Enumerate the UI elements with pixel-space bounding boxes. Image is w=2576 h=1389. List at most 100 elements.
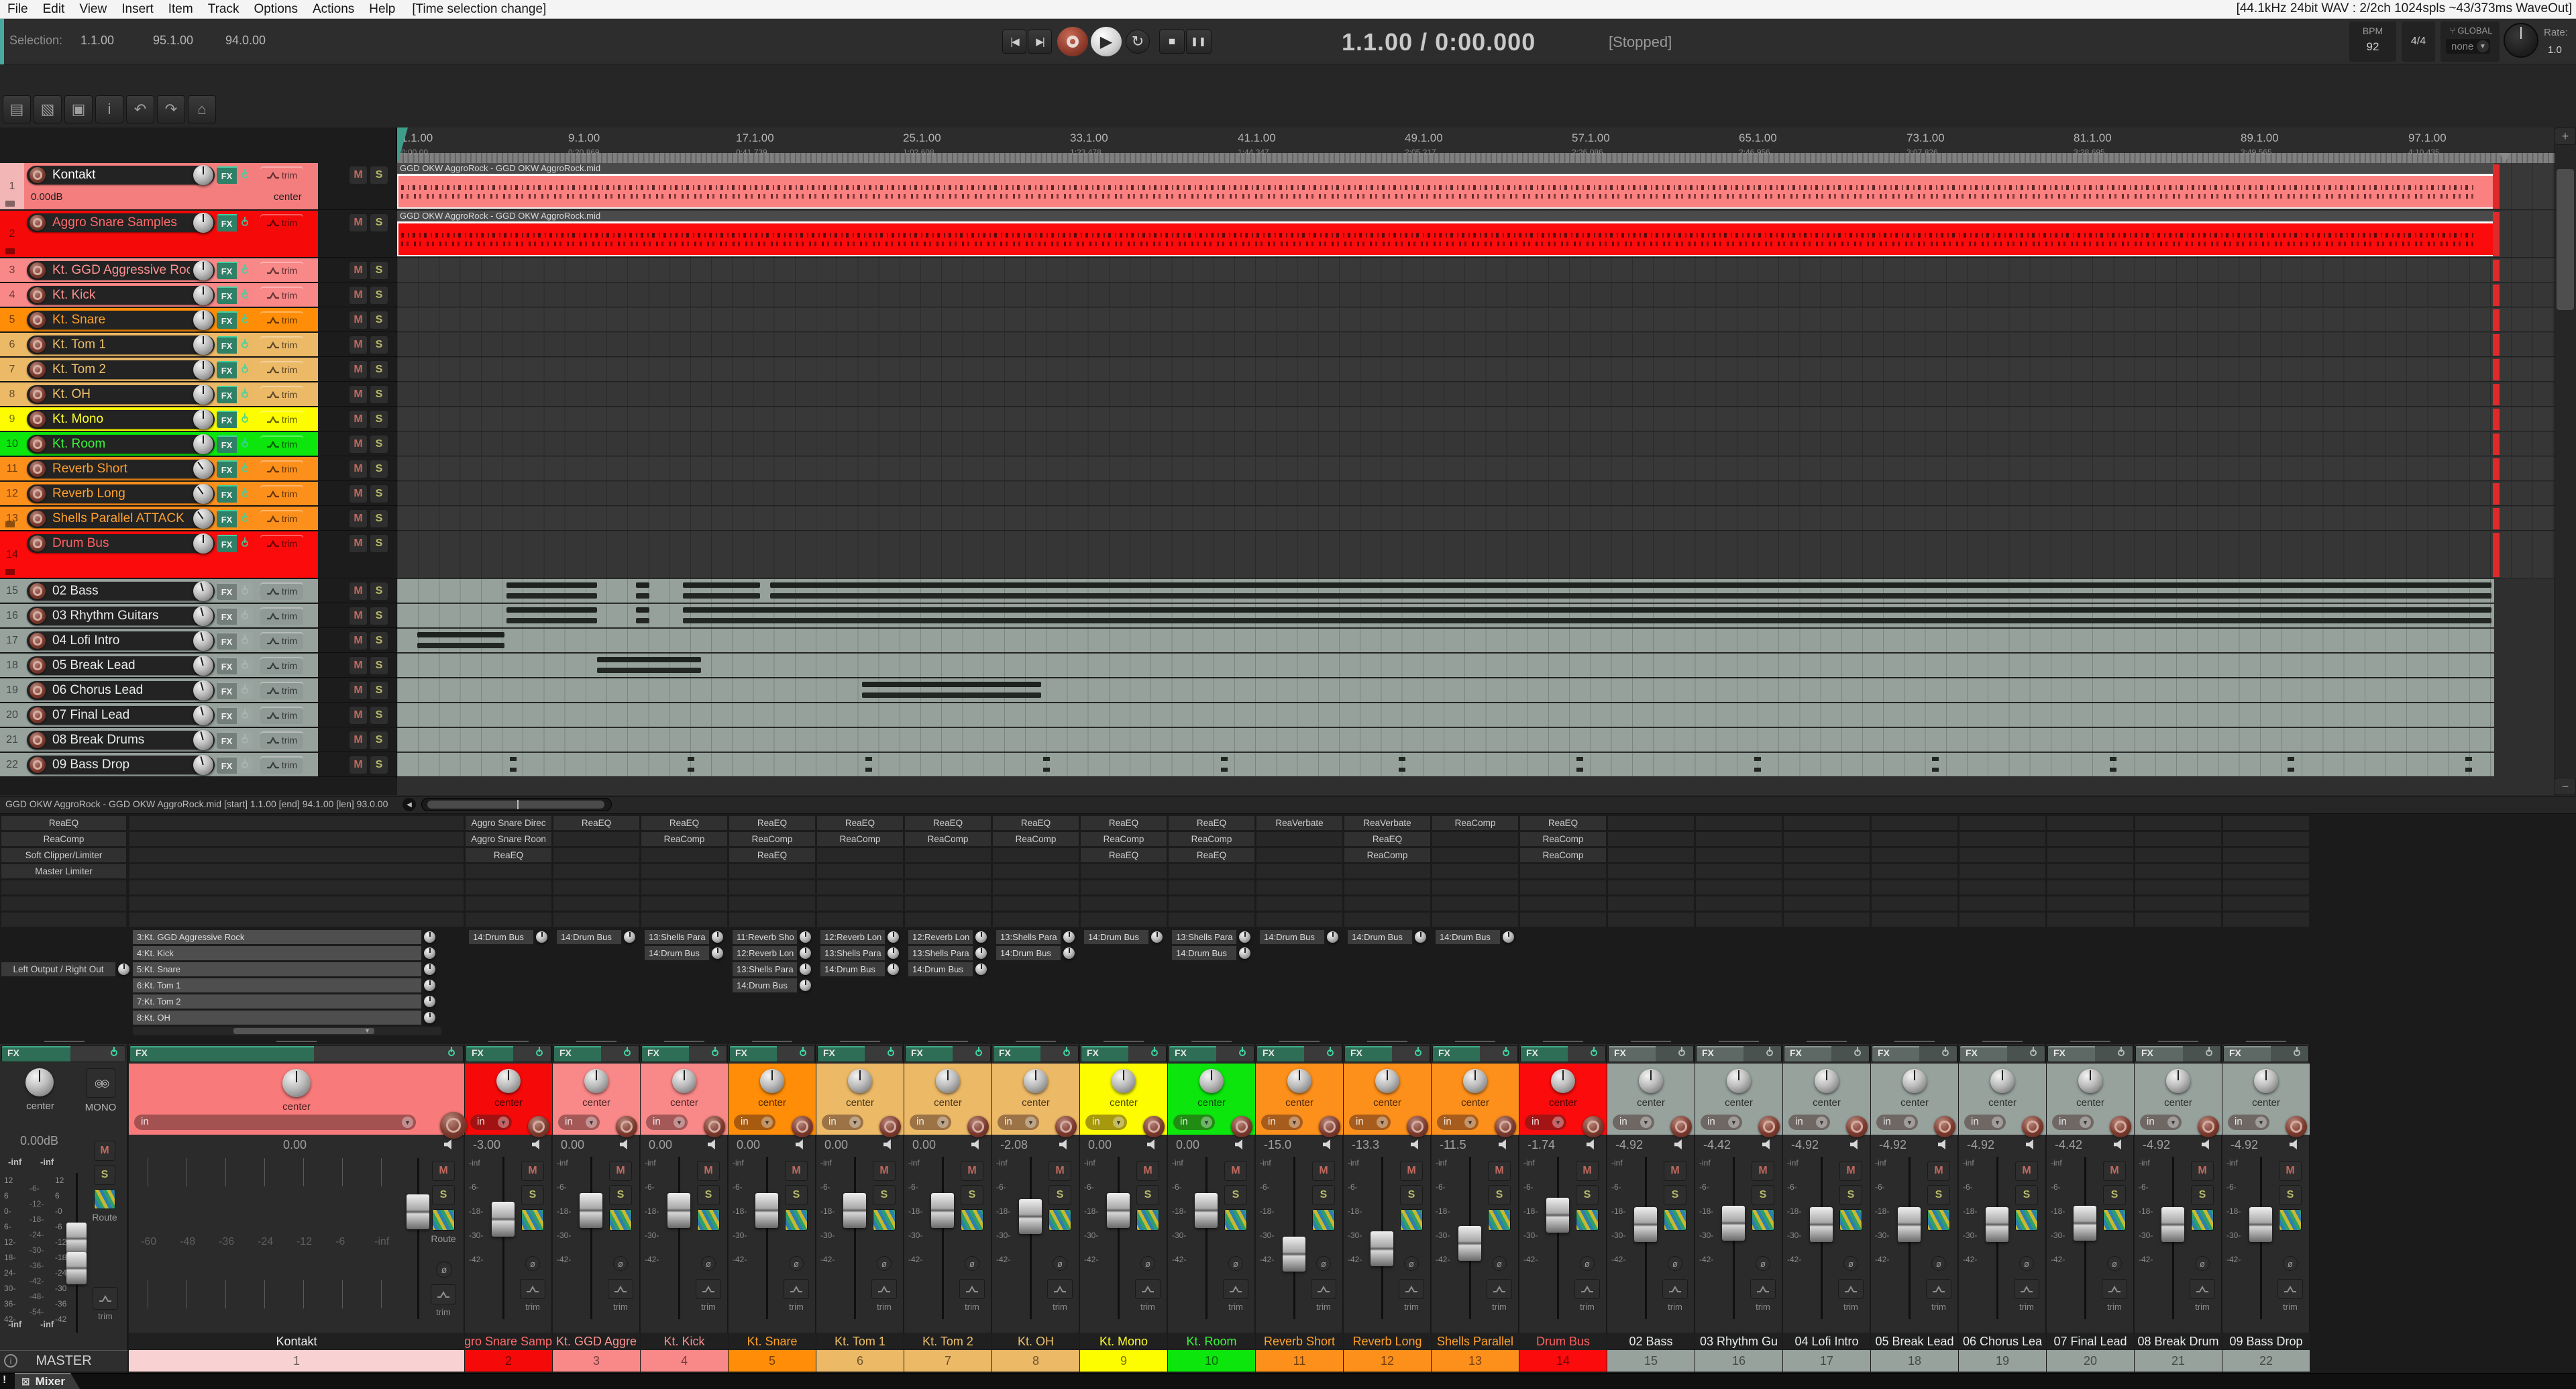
strip-pan-knob[interactable] [1463, 1069, 1487, 1093]
strip-route-button[interactable] [1488, 1209, 1511, 1231]
fx-chip[interactable]: FX [217, 707, 253, 724]
strip-pan-knob[interactable] [282, 1069, 311, 1097]
mute-button[interactable]: M [349, 509, 368, 528]
strip-route-button[interactable] [521, 1209, 544, 1231]
pan-knob[interactable] [193, 434, 213, 454]
strip-route-button[interactable] [1576, 1209, 1599, 1231]
send-slot[interactable]: 14:Drum Bus [469, 930, 533, 944]
strip-mute-button[interactable]: M [785, 1161, 808, 1181]
strip-volume-readout[interactable]: -1.74 [1527, 1138, 1555, 1152]
fx-chip[interactable]: FX [217, 336, 253, 354]
strip-name[interactable]: Reverb Long [1344, 1333, 1431, 1350]
pan-knob[interactable] [193, 459, 213, 479]
master-name-row[interactable]: MASTER [0, 1350, 127, 1372]
strip-name[interactable]: 04 Lofi Intro [1783, 1333, 1870, 1350]
strip-mute-button[interactable]: M [1576, 1161, 1599, 1181]
strip-pan-knob[interactable] [1815, 1069, 1839, 1093]
solo-button[interactable]: S [370, 261, 388, 280]
strip-phase-button[interactable]: ø [1756, 1256, 1770, 1271]
track-header-3[interactable]: 3 Kt. GGD Aggressive Rock FX trim M S [0, 258, 397, 282]
strip-mute-button[interactable]: M [1136, 1161, 1159, 1181]
audio-item-dot[interactable] [510, 768, 517, 772]
strip-mute-button[interactable]: M [1488, 1161, 1511, 1181]
send-knob[interactable] [1063, 931, 1075, 943]
track-number-cell[interactable]: 10 [0, 432, 24, 456]
pan-knob[interactable] [193, 360, 213, 380]
strip-phase-button[interactable]: ø [877, 1256, 892, 1271]
menu-item-item[interactable]: Item [161, 2, 201, 17]
strip-record-arm[interactable] [1407, 1116, 1428, 1137]
solo-button[interactable]: S [370, 756, 388, 774]
send-slot[interactable]: 13:Shells Para [820, 946, 885, 960]
strip-fx-button[interactable]: FX [1784, 1045, 1870, 1062]
track-name[interactable]: 06 Chorus Lead [52, 683, 190, 698]
new-project-icon[interactable]: ▤ [3, 95, 31, 123]
pan-knob[interactable] [193, 165, 213, 185]
fx-power-section[interactable] [237, 657, 253, 674]
audio-item-bar[interactable] [683, 593, 760, 599]
mute-button[interactable]: M [349, 360, 368, 379]
send-knob[interactable] [888, 931, 899, 943]
strip-volume-readout[interactable]: -4.92 [1967, 1138, 1994, 1152]
arrange-track-lane-11[interactable] [397, 457, 2555, 481]
audio-item-dot[interactable] [1043, 768, 1050, 772]
strip-fader-handle[interactable] [407, 1194, 429, 1229]
fx-slot[interactable]: ReaEQ [1169, 816, 1254, 830]
record-arm-button[interactable] [30, 486, 46, 502]
strip-volume-readout[interactable]: -4.92 [2231, 1138, 2258, 1152]
fx-slot[interactable]: Aggro Snare Direc [466, 816, 551, 830]
strip-trim-button[interactable] [871, 1279, 897, 1299]
arrange-track-lane-13[interactable] [397, 507, 2555, 531]
pan-knob[interactable] [193, 260, 213, 280]
strip-trim-button[interactable] [2190, 1279, 2215, 1299]
record-arm-button[interactable] [30, 312, 46, 328]
strip-number[interactable]: 14 [1519, 1350, 1607, 1372]
strip-volume-readout[interactable]: 0.00 [649, 1138, 672, 1152]
send-slot[interactable]: 14:Drum Bus [1436, 930, 1500, 944]
pan-knob[interactable] [193, 705, 213, 725]
track-name[interactable]: Reverb Short [52, 462, 190, 476]
send-knob[interactable] [975, 947, 987, 959]
strip-pan-knob[interactable] [672, 1069, 696, 1093]
strip-record-arm[interactable] [704, 1116, 725, 1137]
strip-phase-button[interactable]: ø [1404, 1256, 1419, 1271]
strip-mute-button[interactable]: M [432, 1161, 455, 1181]
fx-power-section[interactable] [237, 386, 253, 403]
track-header-7[interactable]: 7 Kt. Tom 2 FX trim M S [0, 358, 397, 382]
strip-fader-handle[interactable] [1195, 1193, 1218, 1228]
fx-slot[interactable]: ReaComp [817, 832, 903, 846]
mute-button[interactable]: M [349, 534, 368, 553]
audio-item-bar[interactable] [862, 692, 1041, 698]
master-solo-button[interactable]: S [94, 1165, 115, 1185]
fx-chip[interactable]: FX [217, 311, 253, 329]
send-knob[interactable] [1503, 931, 1514, 943]
strip-phase-button[interactable]: ø [789, 1256, 804, 1271]
trim-envelope-chip[interactable]: trim [260, 510, 303, 527]
solo-button[interactable]: S [370, 166, 388, 185]
strip-fx-button[interactable]: FX [1432, 1045, 1518, 1062]
arrange-track-lane-6[interactable] [397, 333, 2555, 357]
strip-number[interactable]: 5 [729, 1350, 816, 1372]
fx-chip[interactable]: FX [217, 460, 253, 478]
strip-volume-readout[interactable]: 0.00 [737, 1138, 760, 1152]
menu-item-track[interactable]: Track [201, 2, 247, 17]
strip-trim-button[interactable] [2014, 1279, 2039, 1299]
send-slot[interactable]: 13:Shells Para [645, 930, 709, 944]
track-name-bar[interactable]: 03 Rhythm Guitars [27, 606, 215, 626]
trim-envelope-chip[interactable]: trim [260, 262, 303, 279]
strip-name[interactable]: 05 Break Lead [1871, 1333, 1958, 1350]
fx-chip[interactable]: FX [217, 361, 253, 378]
strip-solo-button[interactable]: S [2191, 1185, 2214, 1205]
bpm-box[interactable]: BPM 92 [2349, 21, 2396, 62]
audio-item-dot[interactable] [688, 757, 694, 761]
strip-volume-readout[interactable]: 0.00 [1088, 1138, 1112, 1152]
send-slot[interactable]: 14:Drum Bus [908, 962, 973, 976]
strip-name[interactable]: Kt. Snare [729, 1333, 816, 1350]
trim-envelope-chip[interactable]: trim [260, 386, 303, 403]
menu-item-options[interactable]: Options [247, 2, 305, 17]
audio-item-dot[interactable] [2110, 768, 2116, 772]
track-header-12[interactable]: 12 Reverb Long FX trim M S [0, 482, 397, 506]
fx-power-section[interactable] [237, 707, 253, 724]
audio-item-dot[interactable] [1221, 757, 1228, 761]
solo-button[interactable]: S [370, 607, 388, 625]
